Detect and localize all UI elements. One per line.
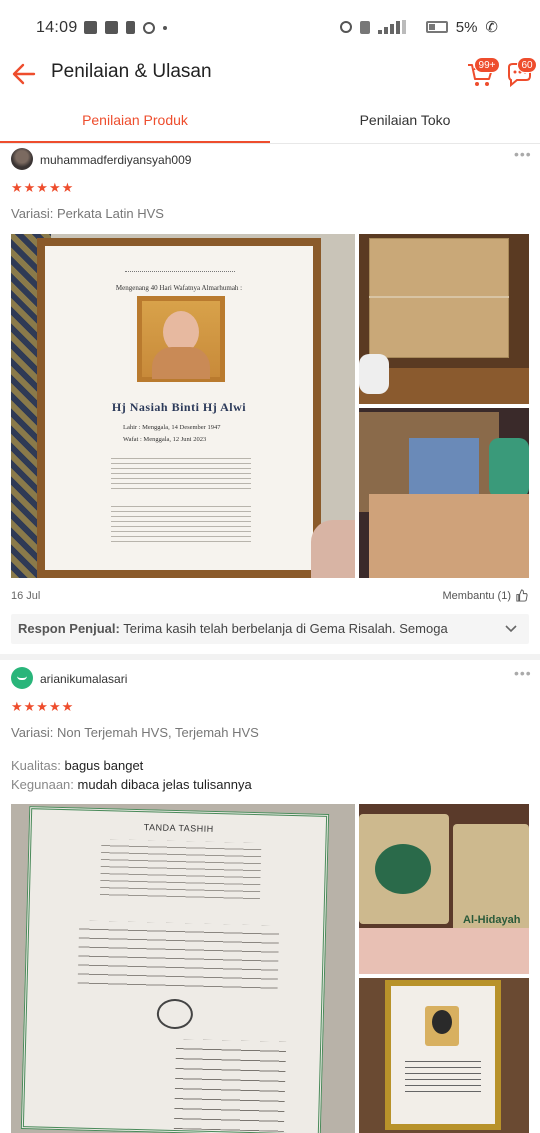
tab-penilaian-toko[interactable]: Penilaian Toko	[270, 100, 540, 144]
back-arrow-icon[interactable]	[10, 60, 38, 88]
system-status: 5% ✆	[339, 18, 498, 36]
star-rating: ★★★★★	[11, 699, 75, 714]
quality-attribute: Kualitas: bagus banget	[11, 758, 143, 773]
document-text	[99, 839, 262, 904]
app-header: Penilaian & Ulasan	[0, 56, 540, 92]
attribute-value: mudah dibaca jelas tulisannya	[73, 777, 252, 792]
seller-response-text: Terima kasih telah berbelanja di Gema Ri…	[119, 621, 448, 636]
seller-response[interactable]: Respon Penjual: Terima kasih telah berbe…	[11, 614, 529, 644]
more-notifications-icon	[163, 25, 167, 30]
box-stack	[369, 238, 509, 358]
death-text: Wafat : Menggala, 12 Juni 2023	[123, 436, 207, 443]
review-photo[interactable]: Mengenang 40 Hari Wafatnya Almarhumah : …	[11, 234, 355, 578]
document-text	[173, 1039, 287, 1132]
review-tabs: Penilaian Produk Penilaian Toko	[0, 100, 540, 144]
box-brand-label: Al-Hidayah	[463, 914, 521, 926]
review-photo[interactable]	[359, 978, 529, 1133]
thumbs-up-icon	[516, 589, 528, 602]
stamp	[156, 998, 194, 1030]
notification-icon	[126, 21, 135, 34]
review-photo[interactable]	[359, 234, 529, 404]
tab-penilaian-produk[interactable]: Penilaian Produk	[0, 100, 270, 144]
memorial-card: Mengenang 40 Hari Wafatnya Almarhumah : …	[37, 238, 321, 578]
card-body-text	[111, 502, 251, 542]
variant-text: Variasi: Non Terjemah HVS, Terjemah HVS	[11, 725, 259, 740]
portrait-frame	[137, 296, 225, 382]
more-options-icon[interactable]: •••	[514, 146, 532, 162]
reviewer-username[interactable]: muhammadferdiyansyah009	[40, 153, 191, 167]
active-tab-indicator	[0, 141, 270, 143]
review-date: 16 Jul	[11, 590, 41, 602]
review-divider	[0, 654, 540, 660]
memorial-header: Mengenang 40 Hari Wafatnya Almarhumah :	[115, 284, 243, 292]
document-text	[77, 920, 280, 996]
review-photo[interactable]: Al-Hidayah	[359, 804, 529, 974]
review-photo[interactable]: TANDA TASHIH	[11, 804, 355, 1133]
seller-response-label: Respon Penjual:	[18, 621, 120, 636]
avatar[interactable]	[11, 148, 33, 170]
birth-text: Lahir : Menggala, 14 Desember 1947	[123, 424, 221, 431]
star-rating: ★★★★★	[11, 180, 75, 195]
review-photo[interactable]	[359, 408, 529, 578]
cart-badge: 99+	[474, 57, 500, 73]
notification-icon	[105, 21, 118, 34]
wifi-call-icon: ✆	[485, 19, 498, 36]
battery-level: 5%	[455, 18, 478, 36]
usability-attribute: Kegunaan: mudah dibaca jelas tulisannya	[11, 777, 252, 792]
card-body-text	[111, 454, 251, 490]
attribute-key: Kualitas:	[11, 758, 61, 773]
notification-icons	[84, 21, 167, 34]
tashih-document: TANDA TASHIH	[20, 806, 330, 1133]
avatar[interactable]	[11, 667, 33, 689]
notification-icon	[143, 21, 155, 34]
avatar-logo	[17, 676, 27, 680]
hand	[311, 520, 355, 578]
chevron-down-icon[interactable]	[503, 620, 519, 636]
helpful-button[interactable]: Membantu (1)	[443, 589, 528, 602]
deceased-name: Hj Nasiah Binti Hj Alwi	[111, 400, 247, 414]
chat-badge: 60	[517, 57, 537, 73]
helpful-count: Membantu (1)	[442, 589, 511, 602]
page-title: Penilaian & Ulasan	[51, 61, 212, 82]
more-options-icon[interactable]: •••	[514, 665, 532, 681]
alarm-icon	[339, 21, 352, 33]
reviewer-username[interactable]: arianikumalasari	[40, 672, 127, 686]
attribute-value: bagus banget	[60, 758, 144, 773]
status-bar: 14:09 5% ✆	[0, 0, 540, 56]
battery-icon	[425, 21, 448, 33]
vibrate-icon	[359, 20, 370, 34]
notification-icon	[84, 21, 97, 34]
arabic-header	[125, 252, 235, 272]
signal-icon	[377, 20, 418, 34]
attribute-key: Kegunaan:	[11, 777, 74, 792]
variant-text: Variasi: Perkata Latin HVS	[11, 206, 164, 221]
status-time: 14:09	[36, 19, 78, 36]
plaque-frame	[385, 980, 501, 1130]
tashih-title: TANDA TASHIH	[143, 822, 214, 834]
